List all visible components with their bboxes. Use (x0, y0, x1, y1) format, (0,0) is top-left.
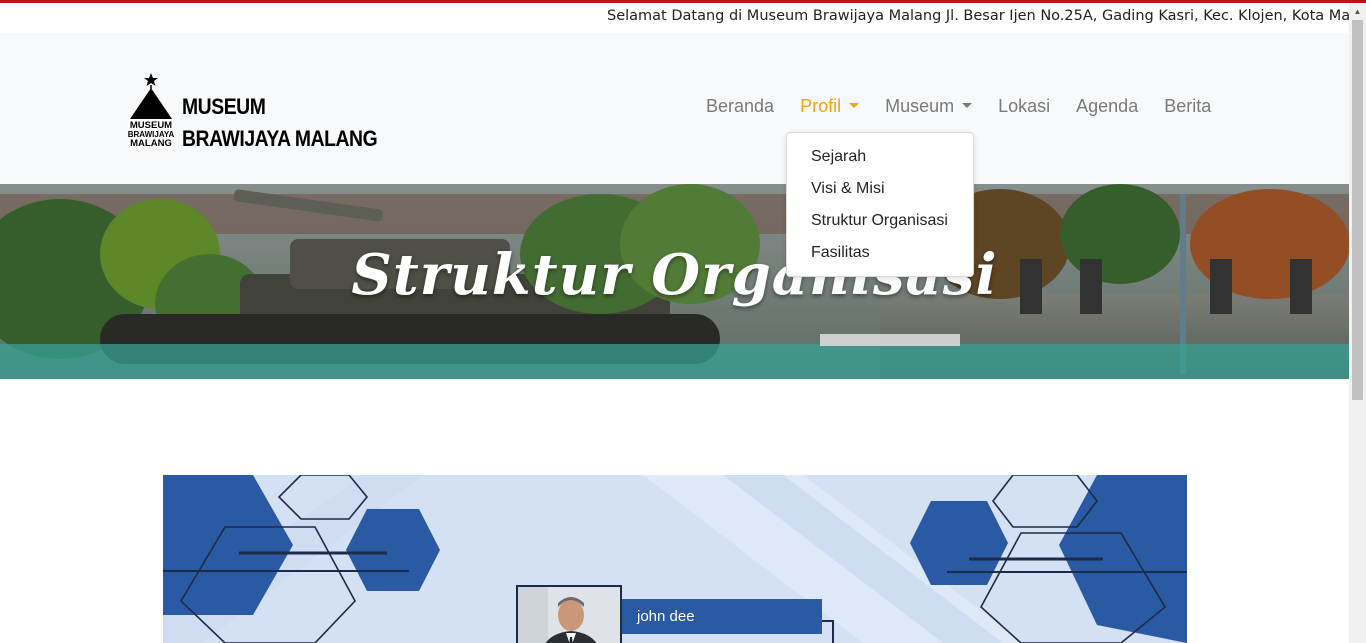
nav-agenda[interactable]: Agenda (1076, 96, 1138, 117)
caret-down-icon (962, 103, 973, 109)
main-nav: Beranda Profil Museum Lokasi Agenda Beri… (706, 96, 1211, 117)
navbar: MUSEUM BRAWIJAYA MALANG MUSEUM BRAWIJAYA… (0, 33, 1349, 184)
person-avatar-icon (518, 587, 620, 643)
dropdown-item-struktur-organisasi[interactable]: Struktur Organisasi (787, 209, 973, 241)
scroll-thumb[interactable] (1352, 20, 1363, 400)
nav-beranda[interactable]: Beranda (706, 96, 774, 117)
marquee-text: Selamat Datang di Museum Brawijaya Malan… (607, 8, 1350, 24)
nav-berita[interactable]: Berita (1164, 96, 1211, 117)
page: Selamat Datang di Museum Brawijaya Malan… (0, 0, 1366, 643)
profil-dropdown-menu: Sejarah Visi & Misi Struktur Organisasi … (786, 132, 974, 277)
scroll-up-arrow-icon[interactable]: ▲ (1349, 3, 1366, 20)
dropdown-item-sejarah[interactable]: Sejarah (787, 145, 973, 177)
page-scrollbar[interactable]: ▲ (1349, 3, 1366, 643)
person-name: john dee (622, 599, 822, 634)
brand-logo-link[interactable]: MUSEUM BRAWIJAYA MALANG MUSEUM BRAWIJAYA… (128, 73, 378, 151)
caret-down-icon (849, 103, 860, 109)
nav-museum-label: Museum (885, 96, 955, 116)
page-title: Struktur Organisasi (351, 242, 998, 308)
person-photo (516, 585, 622, 643)
nav-profil-label: Profil (800, 96, 842, 116)
logo-text-line-3: MALANG (130, 138, 172, 149)
dropdown-item-visi-misi[interactable]: Visi & Misi (787, 177, 973, 209)
brand-name: MUSEUM BRAWIJAYA MALANG (182, 91, 378, 155)
nav-profil-dropdown[interactable]: Profil (800, 96, 860, 117)
nav-lokasi[interactable]: Lokasi (998, 96, 1050, 117)
brand-name-line1: MUSEUM (182, 94, 266, 119)
org-chart-banner: john dee (163, 475, 1187, 643)
museum-logo-icon: MUSEUM BRAWIJAYA MALANG (128, 73, 174, 149)
brand-name-line2: BRAWIJAYA MALANG (182, 126, 378, 151)
welcome-marquee: Selamat Datang di Museum Brawijaya Malan… (0, 3, 1350, 33)
hero-banner: Struktur Organisasi (0, 184, 1349, 379)
dropdown-item-fasilitas[interactable]: Fasilitas (787, 241, 973, 273)
nav-museum-dropdown[interactable]: Museum (885, 96, 973, 117)
